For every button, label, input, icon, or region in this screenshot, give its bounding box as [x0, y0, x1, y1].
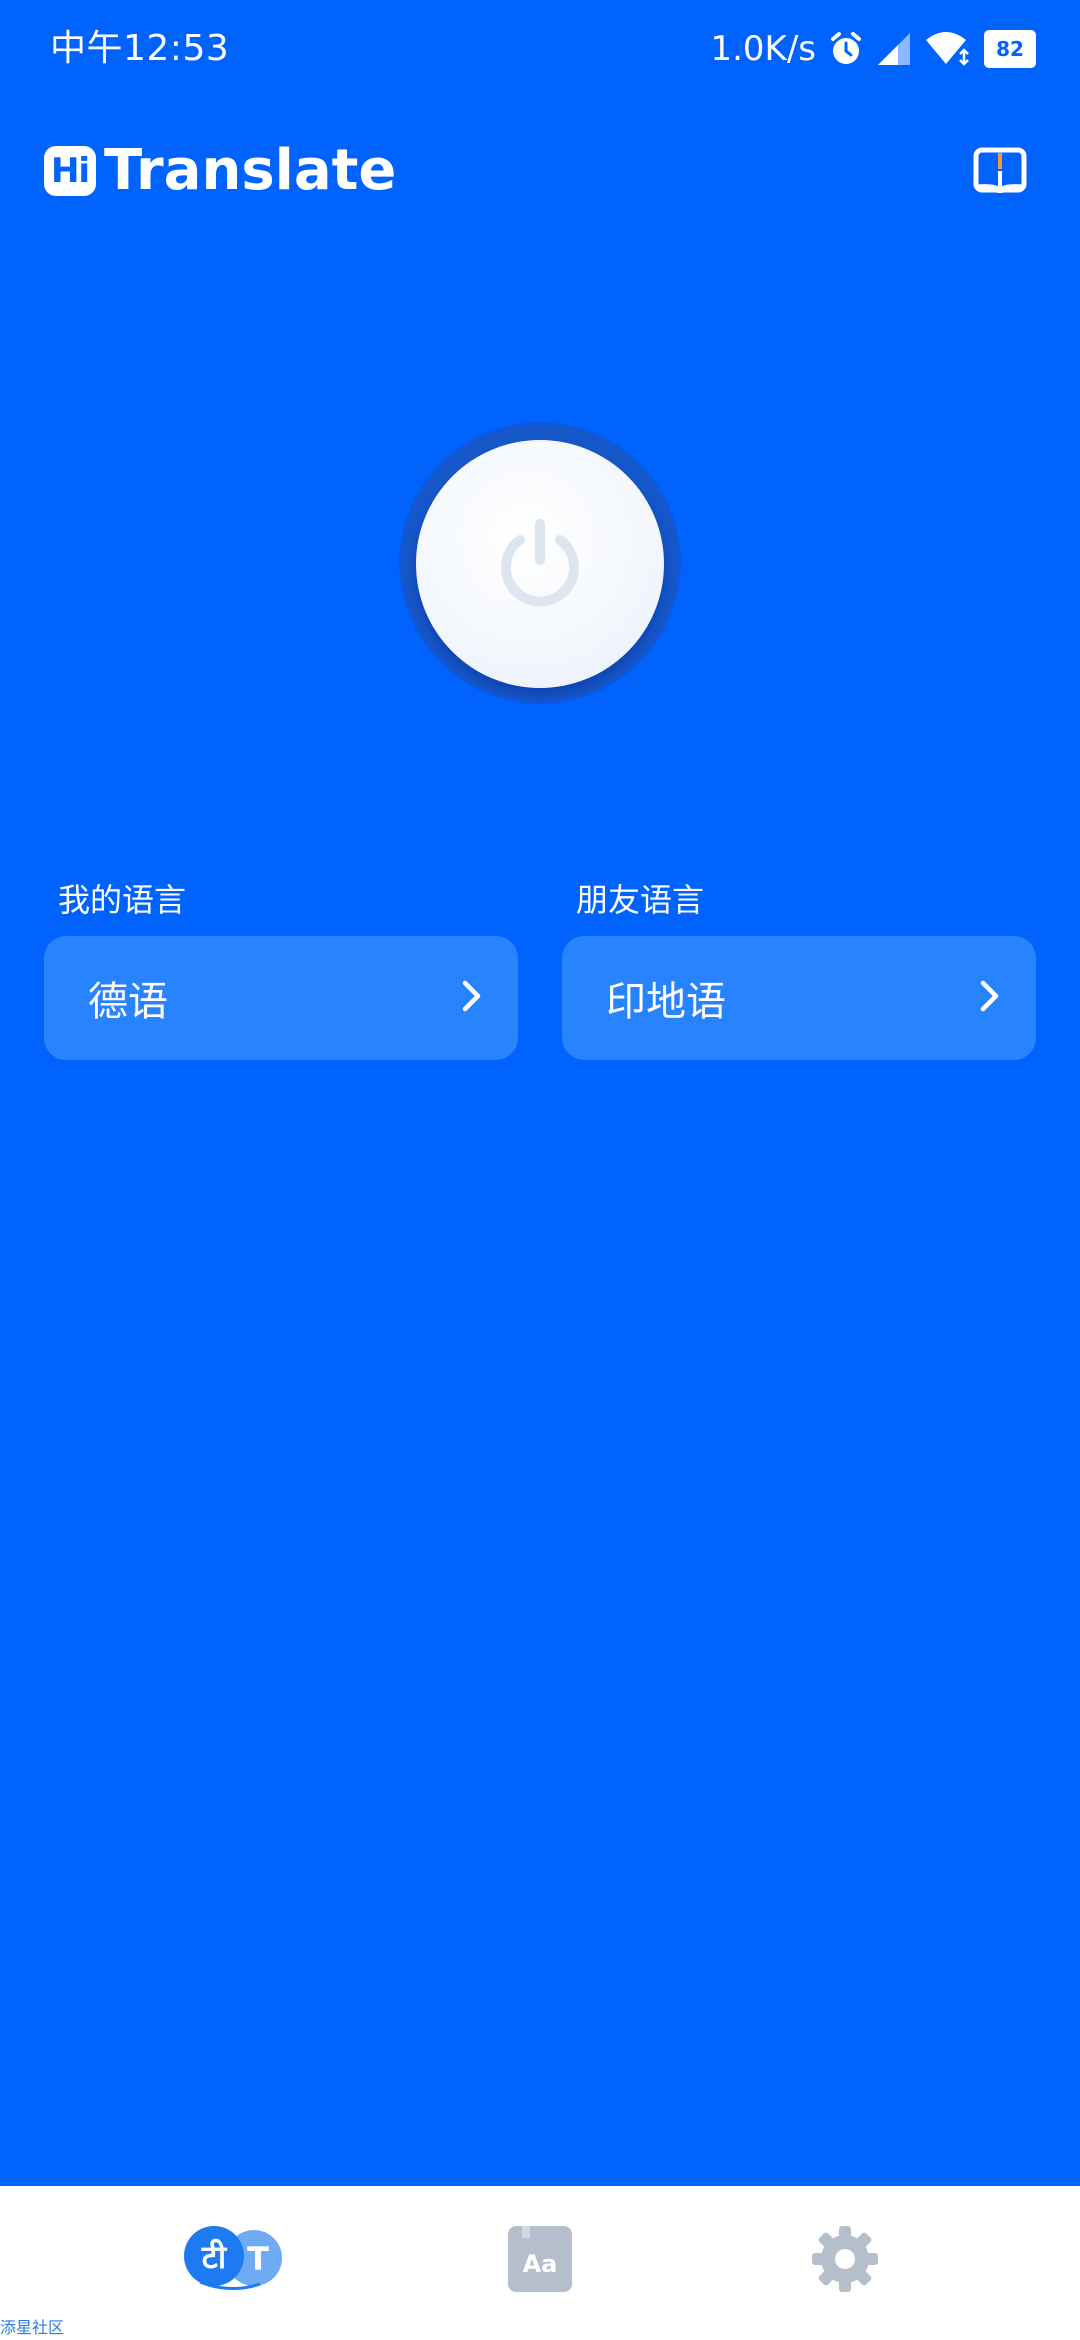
book-button[interactable] [964, 138, 1036, 210]
net-speed: 1.0K/s [710, 29, 816, 69]
book-icon [973, 147, 1027, 201]
status-time: 中午12:53 [50, 28, 230, 69]
chevron-right-icon [978, 978, 1002, 1018]
dictionary-glyph: Aa [523, 2250, 558, 2278]
battery-icon: 82 [984, 30, 1036, 68]
watermark: 添星社区 [0, 2318, 65, 2337]
my-language-value: 德语 [88, 979, 168, 1025]
power-icon [490, 512, 590, 616]
chevron-right-icon [460, 978, 484, 1018]
my-language-label: 我的语言 [58, 881, 187, 919]
dictionary-icon: Aa [506, 2224, 574, 2298]
logo-text: Translate [104, 138, 397, 203]
translate-glyph-left: टी [201, 2238, 228, 2276]
nav-translate[interactable]: टी T [180, 2226, 290, 2296]
nav-dictionary[interactable]: Aa [506, 2226, 574, 2296]
power-button[interactable] [416, 440, 664, 688]
friend-language-label: 朋友语言 [576, 881, 705, 919]
wifi-icon [924, 30, 972, 68]
alarm-icon [828, 31, 864, 67]
settings-icon [810, 2224, 880, 2298]
bottom-nav: टी T Aa [0, 2186, 1080, 2340]
app-logo: Hi Translate [44, 140, 396, 202]
battery-level: 82 [996, 37, 1024, 61]
friend-language-selector[interactable]: 印地语 [562, 936, 1036, 1060]
my-language-selector[interactable]: 德语 [44, 936, 518, 1060]
status-bar-right: 1.0K/s 82 [710, 24, 1036, 74]
logo-badge: Hi [44, 146, 96, 196]
signal-icon [876, 31, 912, 67]
translate-icon: टी T [180, 2224, 290, 2298]
translate-glyph-right: T [247, 2240, 269, 2278]
friend-language-value: 印地语 [606, 979, 726, 1025]
nav-settings[interactable] [810, 2226, 880, 2296]
